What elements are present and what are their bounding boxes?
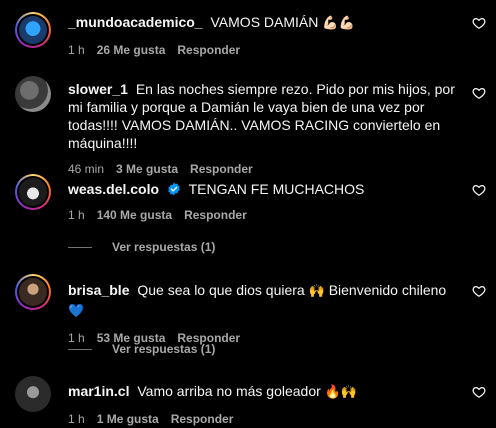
comment-time[interactable]: 46 min: [68, 162, 104, 176]
comment-time[interactable]: 1 h: [68, 412, 85, 426]
comment-meta: 1 h 1 Me gusta Responder: [68, 412, 456, 426]
comment-body: Vamo arriba no más goleador: [137, 383, 321, 399]
reply-button[interactable]: Responder: [190, 162, 253, 176]
comment-username[interactable]: brisa_ble: [68, 282, 129, 298]
comment-list: _mundoacademico_ VAMOS DAMIÁN 💪🏻💪🏻 1 h 2…: [0, 0, 496, 428]
comment-meta: 46 min 3 Me gusta Responder: [68, 162, 456, 176]
replies-divider: [68, 246, 92, 248]
avatar[interactable]: [15, 76, 51, 112]
flexed-biceps-emoji: 💪🏻💪🏻: [322, 16, 355, 31]
view-replies-label: Ver respuestas (1): [112, 240, 216, 254]
avatar[interactable]: [15, 376, 51, 412]
replies-divider: [68, 348, 92, 350]
comment-likes[interactable]: 26 Me gusta: [97, 43, 166, 57]
heart-outline-icon[interactable]: [472, 16, 486, 30]
comment-likes[interactable]: 3 Me gusta: [116, 162, 178, 176]
heart-outline-icon[interactable]: [472, 86, 486, 100]
avatar[interactable]: [15, 12, 51, 48]
comment-text: _mundoacademico_ VAMOS DAMIÁN 💪🏻💪🏻: [68, 13, 456, 33]
heart-outline-icon[interactable]: [472, 385, 486, 399]
comment-meta: 1 h 140 Me gusta Responder: [68, 208, 456, 222]
comment-time[interactable]: 1 h: [68, 208, 85, 222]
heart-outline-icon[interactable]: [472, 284, 486, 298]
reply-button[interactable]: Responder: [177, 43, 240, 57]
comment-text: weas.del.colo TENGAN FE MUCHACHOS: [68, 180, 456, 198]
reply-button[interactable]: Responder: [184, 208, 247, 222]
raising-hands-emoji: 🙌: [308, 284, 325, 299]
comment-text: brisa_ble Que sea lo que dios quiera 🙌 B…: [68, 281, 456, 321]
comment-meta: 1 h 26 Me gusta Responder: [68, 43, 456, 57]
verified-badge-icon: [168, 182, 180, 196]
view-replies-button[interactable]: Ver respuestas (1): [68, 342, 215, 356]
comment-username[interactable]: slower_1: [68, 81, 128, 97]
comment-time[interactable]: 1 h: [68, 43, 85, 57]
view-replies-button[interactable]: Ver respuestas (1): [68, 240, 215, 254]
comment-likes[interactable]: 140 Me gusta: [97, 208, 172, 222]
avatar[interactable]: [15, 174, 51, 210]
avatar[interactable]: [15, 274, 51, 310]
comment-body: Que sea lo que dios quiera: [137, 282, 305, 298]
comment-text: mar1in.cl Vamo arriba no más goleador 🔥🙌: [68, 382, 456, 402]
blue-heart-emoji: 💙: [68, 304, 85, 319]
heart-outline-icon[interactable]: [472, 183, 486, 197]
comment-username[interactable]: _mundoacademico_: [68, 14, 203, 30]
comment-body: TENGAN FE MUCHACHOS: [188, 181, 365, 197]
comment-username[interactable]: weas.del.colo: [68, 181, 159, 197]
comment-text: slower_1 En las noches siempre rezo. Pid…: [68, 80, 456, 152]
fire-raising-hands-emoji: 🔥🙌: [324, 385, 358, 400]
comment-body-2: Bienvenido chileno: [328, 282, 447, 298]
comment-username[interactable]: mar1in.cl: [68, 383, 129, 399]
comment-body: VAMOS DAMIÁN: [210, 14, 319, 30]
reply-button[interactable]: Responder: [171, 412, 234, 426]
view-replies-label: Ver respuestas (1): [112, 342, 216, 356]
comment-likes[interactable]: 1 Me gusta: [97, 412, 159, 426]
